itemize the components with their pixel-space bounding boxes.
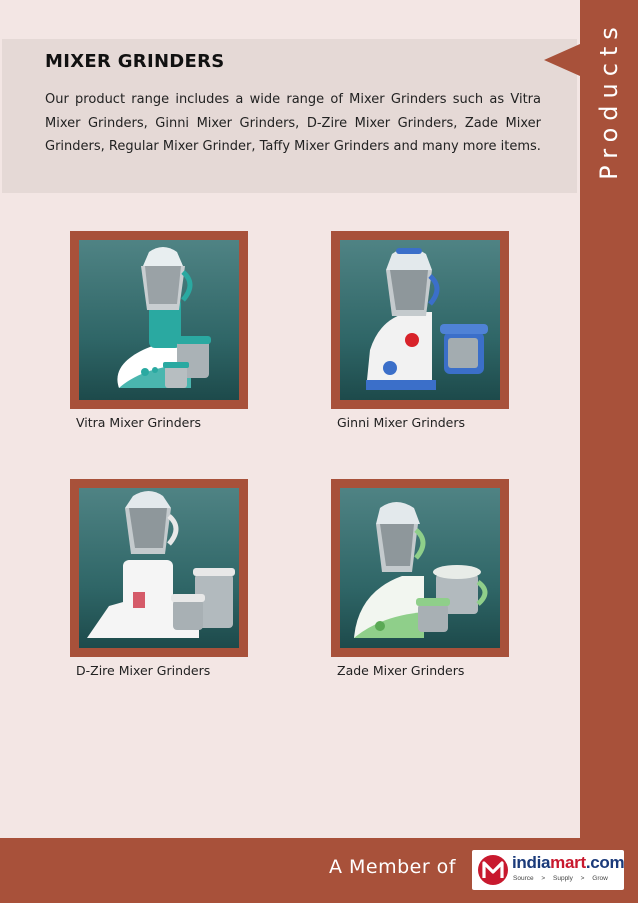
intro-text: Our product range includes a wide range … xyxy=(45,92,541,154)
product-caption[interactable]: Zade Mixer Grinders xyxy=(337,663,511,678)
indiamart-logo-icon xyxy=(478,855,508,885)
product-image[interactable] xyxy=(340,488,500,648)
product-card-vitra[interactable]: Vitra Mixer Grinders xyxy=(70,231,250,430)
intro-panel: MIXER GRINDERS Our product range include… xyxy=(2,39,577,193)
product-image[interactable] xyxy=(79,240,239,400)
product-card-zade[interactable]: Zade Mixer Grinders xyxy=(331,479,511,678)
product-image[interactable] xyxy=(79,488,239,648)
logo-tagline: Source > Supply > Grow xyxy=(513,875,608,882)
product-frame xyxy=(70,231,248,409)
logo-wordmark: indiamart.com xyxy=(512,853,625,872)
pointer-arrow xyxy=(544,44,580,76)
product-card-dzire[interactable]: D-Zire Mixer Grinders xyxy=(70,479,250,678)
indiamart-logo[interactable]: indiamart.com Source > Supply > Grow xyxy=(472,850,625,890)
footer: A Member of indiamart.com Source > Suppl… xyxy=(0,838,638,903)
product-caption[interactable]: Ginni Mixer Grinders xyxy=(337,415,511,430)
side-label: Products xyxy=(580,0,638,200)
product-card-ginni[interactable]: Ginni Mixer Grinders xyxy=(331,231,511,430)
product-frame xyxy=(331,479,509,657)
page-title: MIXER GRINDERS xyxy=(45,51,225,72)
member-text: A Member of xyxy=(328,856,456,878)
product-frame xyxy=(70,479,248,657)
product-caption[interactable]: D-Zire Mixer Grinders xyxy=(76,663,250,678)
product-image[interactable] xyxy=(340,240,500,400)
product-caption[interactable]: Vitra Mixer Grinders xyxy=(76,415,250,430)
section-label: Products xyxy=(595,20,624,180)
product-frame xyxy=(331,231,509,409)
